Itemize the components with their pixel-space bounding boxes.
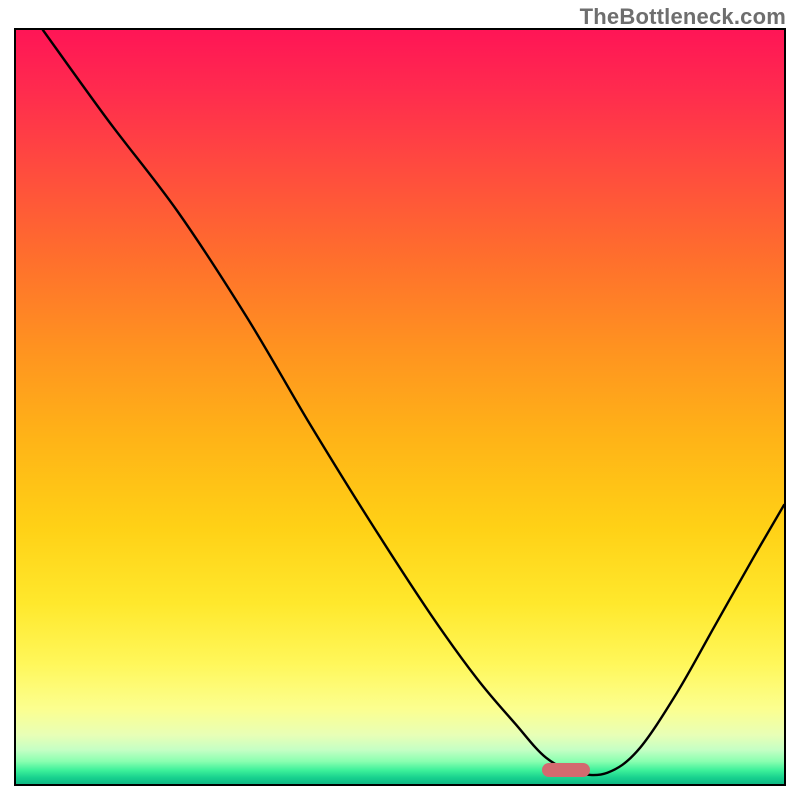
chart-curve: [16, 30, 784, 784]
optimal-marker-pill: [542, 763, 590, 777]
watermark-text: TheBottleneck.com: [580, 4, 786, 30]
chart-frame: [14, 28, 786, 786]
bottleneck-curve-path: [43, 30, 784, 775]
